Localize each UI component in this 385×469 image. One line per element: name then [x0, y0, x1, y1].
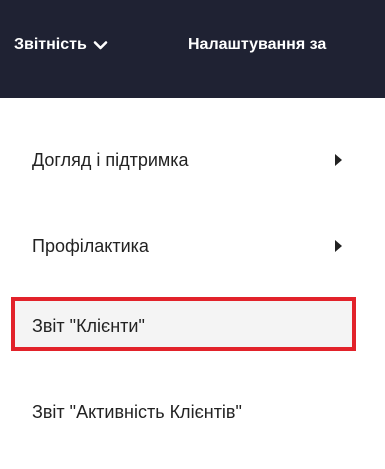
nav-settings-menu[interactable]: Налаштування за: [188, 36, 326, 54]
nav-reports-label: Звітність: [14, 36, 87, 53]
caret-right-icon: [335, 154, 342, 166]
chevron-down-icon: [93, 40, 108, 49]
nav-settings-label: Налаштування за: [188, 36, 327, 53]
menu-item-label: Звіт "Активність Клієнтів": [32, 401, 242, 422]
menu-item-label: Звіт "Клієнти": [32, 315, 145, 336]
caret-right-icon: [335, 240, 342, 252]
menu-item-client-activity-report[interactable]: Звіт "Активність Клієнтів": [0, 392, 372, 432]
menu-item-care-support[interactable]: Догляд і підтримка: [0, 140, 372, 180]
top-nav-bar: Звітність Налаштування за: [0, 0, 385, 98]
menu-item-label: Догляд і підтримка: [32, 149, 189, 170]
menu-item-label: Профілактика: [32, 235, 149, 256]
menu-item-prevention[interactable]: Профілактика: [0, 226, 372, 266]
nav-reports-menu[interactable]: Звітність: [14, 36, 108, 54]
menu-item-clients-report[interactable]: Звіт "Клієнти": [0, 297, 372, 355]
